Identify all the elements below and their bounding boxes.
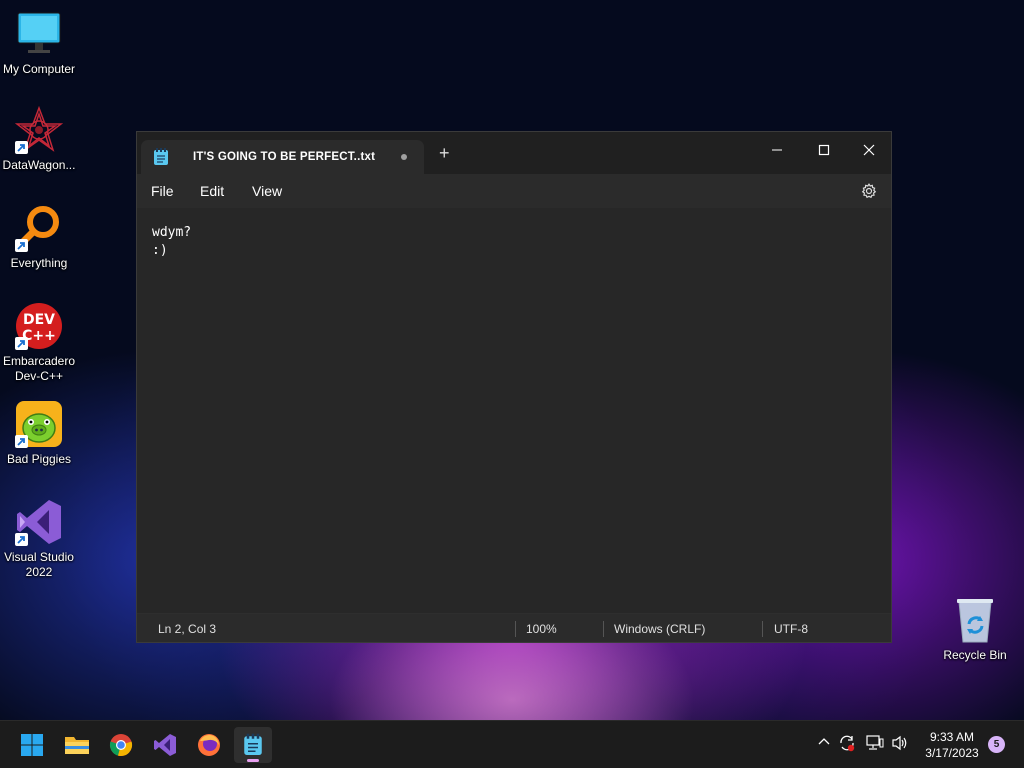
firefox-icon — [198, 734, 220, 756]
notepad-icon — [244, 733, 262, 755]
shortcut-arrow-icon — [15, 337, 28, 350]
encoding[interactable]: UTF-8 — [774, 622, 808, 636]
taskbar-notepad[interactable] — [234, 727, 272, 763]
network-icon — [866, 735, 884, 750]
tab-document[interactable]: IT'S GOING TO BE PERFECT..txt — [141, 140, 424, 174]
desktop-icon-label: Embarcadero Dev-C++ — [2, 354, 76, 383]
status-separator — [603, 621, 604, 637]
minimize-button[interactable] — [755, 136, 799, 164]
close-icon — [863, 144, 875, 156]
cursor-position[interactable]: Ln 2, Col 3 — [158, 622, 216, 636]
chrome-icon — [109, 734, 133, 757]
magnifier-icon — [15, 204, 63, 252]
desktop-icon-label: Bad Piggies — [6, 452, 72, 466]
menu-view[interactable]: View — [252, 183, 282, 199]
clock-time: 9:33 AM — [929, 730, 975, 744]
visual-studio-icon — [15, 498, 63, 546]
shortcut-arrow-icon — [15, 435, 28, 448]
tab-title: IT'S GOING TO BE PERFECT..txt — [193, 151, 376, 163]
taskbar-firefox[interactable] — [190, 727, 228, 763]
taskbar-visual-studio[interactable] — [146, 727, 184, 763]
menu-edit[interactable]: Edit — [200, 183, 224, 199]
recycle-bin-icon — [951, 596, 999, 644]
shortcut-arrow-icon — [15, 533, 28, 546]
desktop-icon-devcpp[interactable]: DEV C++ Embarcadero Dev-C++ — [0, 302, 78, 384]
windows-logo-icon — [21, 734, 43, 756]
editor-line: :) — [152, 243, 168, 258]
desktop-icon-everything[interactable]: Everything — [0, 204, 78, 271]
title-bar[interactable]: IT'S GOING TO BE PERFECT..txt + — [137, 132, 891, 174]
line-ending[interactable]: Windows (CRLF) — [614, 622, 705, 636]
pig-icon — [15, 400, 63, 448]
visual-studio-icon — [154, 734, 176, 756]
desktop-icon-label: Visual Studio 2022 — [4, 550, 74, 579]
desktop-icon-label: Everything — [10, 256, 68, 270]
status-separator — [515, 621, 516, 637]
maximize-icon — [818, 144, 830, 156]
network-button[interactable] — [866, 735, 884, 756]
datawagon-icon — [14, 105, 64, 154]
speaker-icon — [892, 735, 907, 751]
menu-file[interactable]: File — [151, 183, 174, 199]
new-tab-button[interactable]: + — [439, 144, 450, 162]
desktop-icon-my-computer[interactable]: My Computer — [0, 10, 78, 77]
clock[interactable]: 9:33 AM 3/17/2023 — [920, 729, 984, 761]
menu-bar: File Edit View — [137, 174, 891, 208]
desktop-icon-label: DataWagon... — [2, 158, 76, 172]
minimize-icon — [772, 149, 782, 151]
desktop-icon-recycle-bin[interactable]: Recycle Bin — [936, 596, 1014, 663]
clock-date: 3/17/2023 — [925, 746, 979, 760]
notepad-window[interactable]: IT'S GOING TO BE PERFECT..txt + File Edi… — [136, 131, 892, 643]
show-hidden-icons-button[interactable] — [817, 735, 831, 754]
folder-icon — [65, 737, 89, 754]
monitor-icon — [15, 10, 63, 58]
notification-badge[interactable]: 5 — [988, 736, 1005, 753]
chevron-up-icon — [818, 738, 830, 745]
devcpp-icon: DEV C++ — [15, 302, 63, 350]
desktop-icon-bad-piggies[interactable]: Bad Piggies — [0, 400, 78, 467]
close-button[interactable] — [847, 136, 891, 164]
status-separator — [762, 621, 763, 637]
desktop-icon-datawagon[interactable]: DataWagon... — [0, 105, 78, 173]
taskbar-file-explorer[interactable] — [58, 727, 96, 763]
editor-line: wdym? — [152, 225, 192, 240]
sync-status-button[interactable] — [838, 734, 856, 757]
shortcut-arrow-icon — [15, 239, 28, 252]
desktop-icon-visual-studio[interactable]: Visual Studio 2022 — [0, 498, 78, 580]
settings-button[interactable] — [861, 183, 877, 204]
taskbar: 9:33 AM 3/17/2023 5 — [0, 720, 1024, 768]
active-app-indicator — [247, 759, 259, 762]
volume-button[interactable] — [891, 735, 909, 756]
maximize-button[interactable] — [802, 136, 846, 164]
notepad-icon — [153, 148, 169, 171]
unsaved-indicator-icon[interactable] — [401, 154, 407, 160]
zoom-level[interactable]: 100% — [526, 622, 557, 636]
taskbar-chrome[interactable] — [102, 727, 140, 763]
desktop-icon-label: Recycle Bin — [943, 648, 1007, 662]
shortcut-arrow-icon — [15, 141, 28, 154]
sync-icon — [840, 735, 855, 752]
text-editor[interactable]: wdym? :) — [137, 208, 891, 613]
start-button[interactable] — [13, 727, 51, 763]
devcpp-text-top: DEV — [23, 312, 55, 328]
gear-icon — [861, 183, 877, 199]
status-bar: Ln 2, Col 3 100% Windows (CRLF) UTF-8 — [137, 613, 891, 642]
desktop-icon-label: My Computer — [2, 62, 76, 76]
